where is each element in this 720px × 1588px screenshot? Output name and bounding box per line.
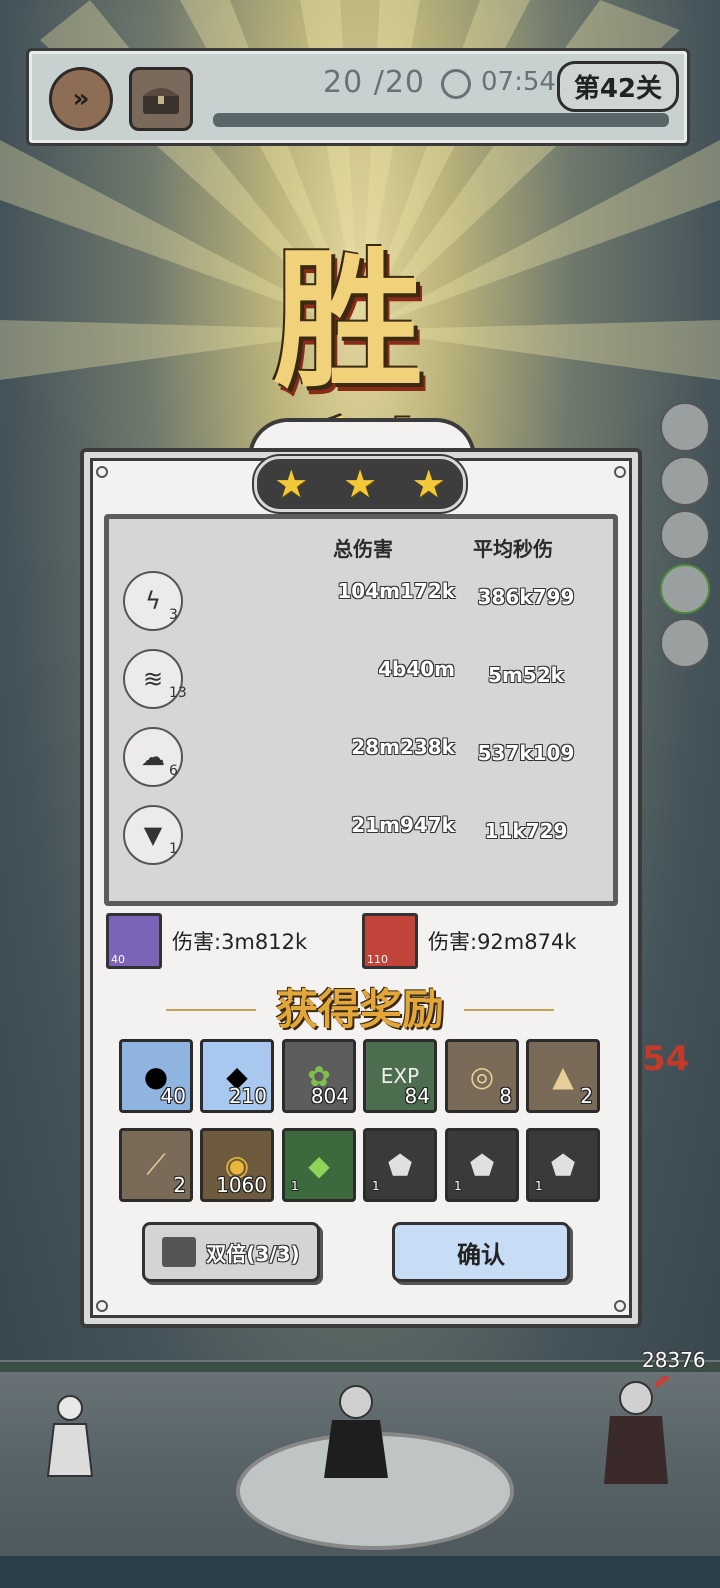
item-qty: 1 xyxy=(291,1179,299,1193)
skill-level: 3 xyxy=(169,607,178,623)
item-qty: 84 xyxy=(404,1084,430,1108)
dps-value: 11k729 xyxy=(484,819,568,843)
floating-damage: 54 xyxy=(642,1039,690,1079)
item-qty: 1 xyxy=(454,1179,462,1193)
chest-button[interactable] xyxy=(129,67,193,131)
hero-damage-2: 110 伤害:92m874k xyxy=(362,913,577,969)
green-shard-icon[interactable]: ◆ 1 xyxy=(282,1128,356,1202)
ore-ring-icon[interactable]: ⬟ 1 xyxy=(526,1128,600,1202)
wave-bar xyxy=(213,113,669,127)
hero-damage-text: 伤害:92m874k xyxy=(428,930,577,954)
side-skill-1-icon[interactable] xyxy=(660,402,710,452)
double-label: 双倍(3/3) xyxy=(206,1241,300,1266)
ore-boot-icon[interactable]: ⬟ 1 xyxy=(445,1128,519,1202)
table-row: ϟ 3 104m172k 386k799 xyxy=(109,571,613,641)
dps-header: 平均秒伤 xyxy=(473,537,553,561)
enemy-hp-value: 28376 xyxy=(642,1348,706,1372)
confirm-button[interactable]: 确认 xyxy=(392,1222,570,1282)
star-rating: ★ ★ ★ xyxy=(254,456,466,512)
player-ally-sprite xyxy=(46,1395,94,1477)
hero-level: 110 xyxy=(367,953,388,966)
top-hud: » 20 /20 07:54 第42关 xyxy=(26,48,690,146)
item-qty: 804 xyxy=(310,1084,349,1108)
table-row: ☁ 6 28m238k 537k109 xyxy=(109,727,613,797)
hero-damage-1: 40 伤害:3m812k xyxy=(106,913,308,969)
star-icon: ★ xyxy=(274,462,309,506)
item-qty: 1060 xyxy=(216,1173,267,1197)
bottom-strip xyxy=(0,1556,720,1588)
bomb-gem-icon[interactable]: ● 40 xyxy=(119,1039,193,1113)
hero-blue-portrait: 40 xyxy=(106,913,162,969)
item-qty: 40 xyxy=(160,1084,186,1108)
side-skill-2-icon[interactable] xyxy=(660,456,710,506)
corner-dot xyxy=(96,466,108,478)
item-qty: 210 xyxy=(228,1084,267,1108)
fast-forward-icon: » xyxy=(72,84,90,114)
gold-coin-icon[interactable]: ◉ 1060 xyxy=(200,1128,274,1202)
total-damage: 4b40m xyxy=(378,657,455,681)
total-damage: 28m238k xyxy=(351,735,455,759)
victory-title: 胜利 xyxy=(272,233,447,576)
exp-orb-icon[interactable]: EXP 84 xyxy=(363,1039,437,1113)
reward-title: 获得奖励 xyxy=(275,985,444,1034)
video-icon xyxy=(162,1237,197,1267)
hero-red-portrait: 110 xyxy=(362,913,418,969)
item-qty: 1 xyxy=(372,1179,380,1193)
total-damage: 21m947k xyxy=(351,813,455,837)
side-skill-3-icon[interactable] xyxy=(660,510,710,560)
corner-dot xyxy=(614,1300,626,1312)
side-skill-4-icon[interactable] xyxy=(660,564,710,614)
ring-scroll-icon[interactable]: ◎ 8 xyxy=(445,1039,519,1113)
total-damage: 104m172k xyxy=(337,579,455,603)
star-icon: ★ xyxy=(342,462,378,506)
confirm-label: 确认 xyxy=(457,1240,505,1269)
wave-progress: 20 /20 xyxy=(323,65,425,100)
dps-value: 537k109 xyxy=(477,741,575,765)
star-icon: ★ xyxy=(411,462,446,506)
corner-dot xyxy=(96,1300,108,1312)
hero-sprite xyxy=(324,1385,388,1478)
skill-level: 1 xyxy=(169,841,178,857)
enemy-hp-bar xyxy=(0,1362,720,1372)
item-qty: 2 xyxy=(173,1173,186,1197)
timer: 07:54 xyxy=(481,67,556,97)
item-qty: 8 xyxy=(499,1084,512,1108)
level-badge: 第42关 xyxy=(556,61,679,112)
dps-value: 386k799 xyxy=(477,585,575,609)
crystal-gem-icon[interactable]: ◆ 210 xyxy=(200,1039,274,1113)
leaf-orb-icon[interactable]: ✿ 804 xyxy=(282,1039,356,1113)
item-qty: 1 xyxy=(535,1179,543,1193)
table-row: ▼ 1 21m947k 11k729 xyxy=(109,805,613,875)
hat-scroll-icon[interactable]: ▲ 2 xyxy=(526,1039,600,1113)
item-qty: 2 xyxy=(580,1084,593,1108)
ore-armor-icon[interactable]: ⬟ 1 xyxy=(363,1128,437,1202)
hero-damage-text: 伤害:3m812k xyxy=(172,930,308,954)
damage-stats-table: 总伤害 平均秒伤 ϟ 3 104m172k 386k799 ≋ 13 4b40m… xyxy=(104,514,618,906)
total-damage-header: 总伤害 xyxy=(333,537,393,561)
dps-value: 5m52k xyxy=(488,663,564,687)
skill-level: 6 xyxy=(169,763,178,779)
side-skill-empty-icon xyxy=(660,618,710,668)
skill-level: 13 xyxy=(169,685,187,701)
chest-icon xyxy=(143,88,179,114)
corner-dot xyxy=(614,466,626,478)
hero-level: 40 xyxy=(111,953,125,966)
staff-scroll-icon[interactable]: ⟋ 2 xyxy=(119,1128,193,1202)
fast-forward-button[interactable]: » xyxy=(49,67,113,131)
double-reward-button[interactable]: 双倍(3/3) xyxy=(142,1222,320,1282)
enemy-sprite xyxy=(604,1376,670,1484)
clock-icon xyxy=(441,69,471,99)
table-row: ≋ 13 4b40m 5m52k xyxy=(109,649,613,719)
